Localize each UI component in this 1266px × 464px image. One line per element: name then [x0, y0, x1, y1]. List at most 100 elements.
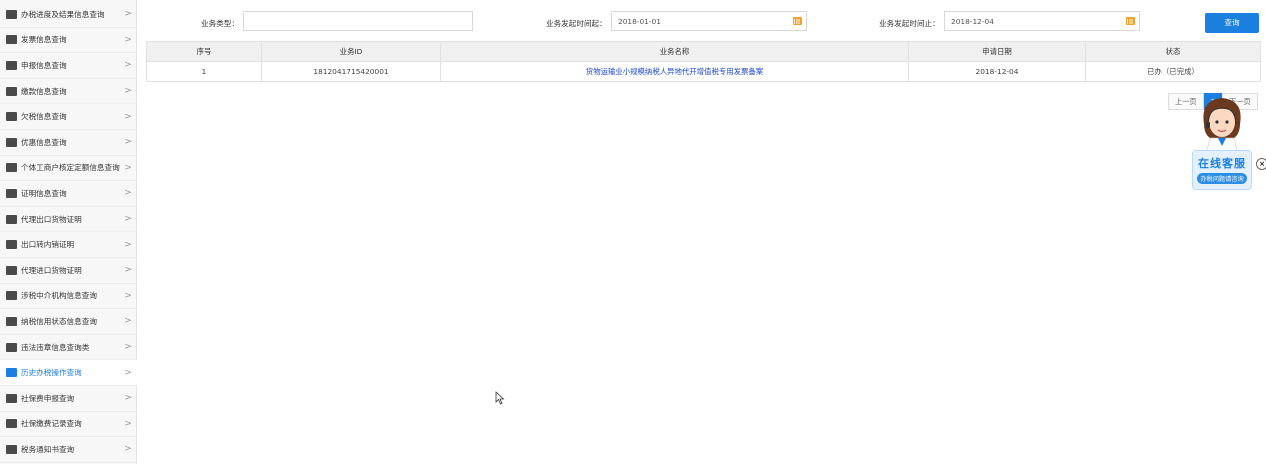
- sidebar-item-label: 社保缴费记录查询: [21, 419, 82, 429]
- customer-service-subtitle: 办税问题请咨询: [1197, 173, 1247, 184]
- sidebar-item-label: 违法违章信息查询类: [21, 342, 90, 352]
- sidebar-item[interactable]: 申报信息查询 >: [0, 53, 137, 79]
- chevron-right-icon: >: [124, 162, 132, 173]
- cell-apply-date: 2018-12-04: [908, 61, 1086, 82]
- cell-index: 1: [146, 61, 262, 82]
- customer-service-bubble[interactable]: 在线客服 办税问题请咨询: [1192, 150, 1252, 190]
- close-icon[interactable]: ×: [1256, 158, 1266, 170]
- cell-business-name: 货物运输业小规模纳税人异地代开增值税专用发票备案: [440, 61, 909, 82]
- table-header-row: 序号 业务ID 业务名称 申请日期 状态: [146, 41, 1261, 62]
- col-header-index: 序号: [146, 41, 262, 62]
- sidebar-item-label: 涉税中介机构信息查询: [21, 291, 97, 301]
- customer-service-title: 在线客服: [1198, 157, 1246, 170]
- declare-icon: [6, 60, 17, 70]
- sidebar-item[interactable]: 出口转内销证明 >: [0, 232, 137, 258]
- sidebar-nav: 办税进度及结果信息查询 > 发票信息查询 > 申报信息查询 > 缴款信息查询 > 欠税信息查询 >…: [0, 0, 137, 464]
- col-header-business-id: 业务ID: [261, 41, 441, 62]
- sidebar-item-label: 出口转内销证明: [21, 240, 75, 250]
- agency-icon: [6, 291, 17, 301]
- invoice-icon: [6, 35, 17, 45]
- export-domestic-icon: [6, 240, 17, 250]
- main-content: 业务类型： 业务发起时间起： 业务发起时间止： 查询 序号 业务ID 业务名称 …: [137, 0, 1266, 464]
- sidebar-item[interactable]: 缴款信息查询 >: [0, 79, 137, 105]
- social-declare-icon: [6, 393, 17, 403]
- sidebar-item-label: 优惠信息查询: [21, 137, 67, 147]
- sidebar-item[interactable]: 税务通知书查询 >: [0, 437, 137, 463]
- sidebar-item-label: 缴款信息查询: [21, 86, 67, 96]
- sidebar-item-label: 申报信息查询: [21, 60, 67, 70]
- chevron-right-icon: >: [124, 444, 132, 455]
- violation-icon: [6, 342, 17, 352]
- chevron-right-icon: >: [124, 188, 132, 199]
- social-payment-icon: [6, 419, 17, 429]
- table-row: 1 1812041715420001 货物运输业小规模纳税人异地代开增值税专用发…: [146, 61, 1261, 82]
- chevron-right-icon: >: [124, 111, 132, 122]
- sidebar-item[interactable]: 代理进口货物证明 >: [0, 258, 137, 284]
- business-name-link[interactable]: 货物运输业小规模纳税人异地代开增值税专用发票备案: [586, 67, 763, 76]
- progress-doc-icon: [6, 9, 17, 19]
- col-header-status: 状态: [1085, 41, 1261, 62]
- chevron-right-icon: >: [124, 418, 132, 429]
- col-header-apply-date: 申请日期: [908, 41, 1086, 62]
- sidebar-item[interactable]: 纳税信用状态信息查询 >: [0, 309, 137, 335]
- chevron-right-icon: >: [124, 9, 132, 20]
- sidebar-item-label: 纳税信用状态信息查询: [21, 316, 97, 326]
- sidebar-item[interactable]: 欠税信息查询 >: [0, 104, 137, 130]
- sidebar-item[interactable]: 代理出口货物证明 >: [0, 207, 137, 233]
- sidebar-item[interactable]: 违法违章信息查询类 >: [0, 335, 137, 361]
- agent-export-icon: [6, 214, 17, 224]
- chevron-right-icon: >: [124, 60, 132, 71]
- chevron-right-icon: >: [124, 239, 132, 250]
- business-type-label: 业务类型：: [201, 19, 239, 28]
- chevron-right-icon: >: [124, 367, 132, 378]
- results-table: 序号 业务ID 业务名称 申请日期 状态 1 1812041715420001 …: [146, 41, 1261, 82]
- sidebar-item-label: 证明信息查询: [21, 188, 67, 198]
- calendar-icon[interactable]: [793, 17, 802, 25]
- agent-import-icon: [6, 265, 17, 275]
- customer-service-widget[interactable]: 在线客服 办税问题请咨询: [1190, 94, 1254, 202]
- query-button[interactable]: 查询: [1205, 13, 1259, 33]
- sidebar-item[interactable]: 发票信息查询 >: [0, 28, 137, 54]
- chevron-right-icon: >: [124, 393, 132, 404]
- arrears-icon: [6, 112, 17, 122]
- notice-icon: [6, 444, 17, 454]
- sidebar-item[interactable]: 涉税中介机构信息查询 >: [0, 284, 137, 310]
- sidebar-item-label: 历史办税操作查询: [21, 368, 82, 378]
- start-date-label: 业务发起时间起：: [546, 19, 607, 28]
- chevron-right-icon: >: [124, 290, 132, 301]
- business-quota-icon: [6, 163, 17, 173]
- sidebar-item[interactable]: 历史办税操作查询 >: [0, 360, 137, 386]
- sidebar-item[interactable]: 社保缴费记录查询 >: [0, 412, 137, 438]
- customer-service-avatar-icon: [1203, 98, 1241, 155]
- sidebar-item[interactable]: 社保费申报查询 >: [0, 386, 137, 412]
- discount-icon: [6, 137, 17, 147]
- end-date-input[interactable]: [944, 11, 1140, 31]
- cell-status: 已办（已完成）: [1085, 61, 1261, 82]
- end-date-label: 业务发起时间止：: [879, 19, 940, 28]
- credit-icon: [6, 316, 17, 326]
- chevron-right-icon: >: [124, 316, 132, 327]
- payment-icon: [6, 86, 17, 96]
- chevron-right-icon: >: [124, 342, 132, 353]
- chevron-right-icon: >: [124, 265, 132, 276]
- sidebar-item[interactable]: 证明信息查询 >: [0, 181, 137, 207]
- col-header-business-name: 业务名称: [440, 41, 909, 62]
- business-type-input[interactable]: [243, 11, 473, 31]
- calendar-icon[interactable]: [1126, 17, 1135, 25]
- start-date-input[interactable]: [611, 11, 807, 31]
- certificate-icon: [6, 188, 17, 198]
- chevron-right-icon: >: [124, 214, 132, 225]
- sidebar-item[interactable]: 办税进度及结果信息查询 >: [0, 2, 137, 28]
- sidebar-item-label: 发票信息查询: [21, 35, 67, 45]
- cell-business-id: 1812041715420001: [261, 61, 441, 82]
- sidebar-item-label: 个体工商户核定定额信息查询: [21, 163, 120, 173]
- sidebar-item-label: 欠税信息查询: [21, 112, 67, 122]
- chevron-right-icon: >: [124, 86, 132, 97]
- sidebar-item-label: 社保费申报查询: [21, 393, 75, 403]
- sidebar-item-label: 办税进度及结果信息查询: [21, 9, 105, 19]
- history-icon: [6, 368, 17, 378]
- mouse-cursor-icon: [495, 391, 505, 405]
- sidebar-item[interactable]: 个体工商户核定定额信息查询 >: [0, 156, 137, 182]
- sidebar-item[interactable]: 优惠信息查询 >: [0, 130, 137, 156]
- sidebar-item-label: 税务通知书查询: [21, 444, 75, 454]
